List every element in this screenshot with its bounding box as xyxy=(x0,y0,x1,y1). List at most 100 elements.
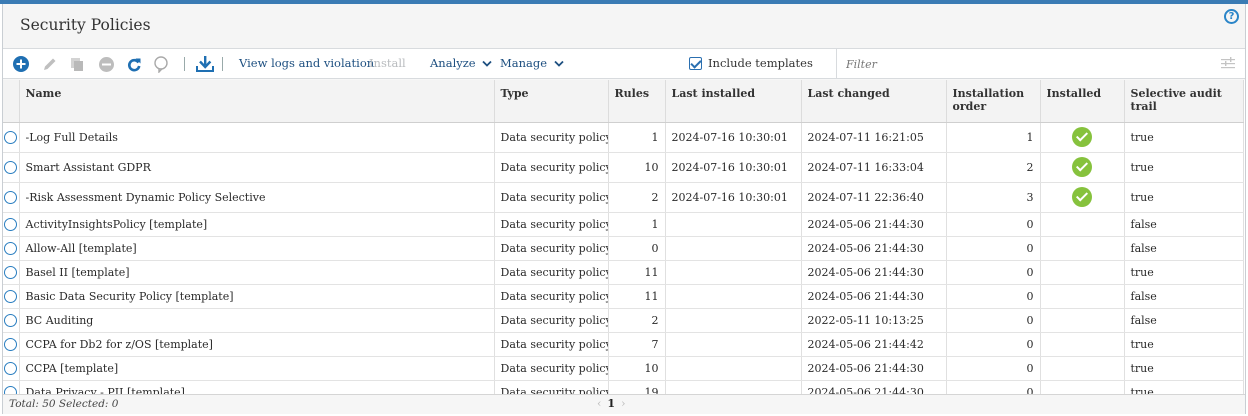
cell-installed xyxy=(1040,332,1125,357)
cell-rules: 1 xyxy=(608,212,666,237)
row-select-cell xyxy=(3,182,20,213)
cell-installation-order: 0 xyxy=(946,212,1041,237)
cell-rules: 10 xyxy=(608,356,666,381)
header-row: Name Type Rules Last installed Last chan… xyxy=(3,80,1244,123)
add-icon[interactable] xyxy=(11,54,31,74)
cell-last-installed xyxy=(665,212,802,237)
row-radio[interactable] xyxy=(4,385,18,394)
column-header-installed[interactable]: Installed xyxy=(1040,80,1125,123)
cell-selective-audit-trail: false xyxy=(1124,284,1244,309)
analyze-label: Analyze xyxy=(430,56,476,70)
copy-icon[interactable] xyxy=(67,54,87,74)
row-radio[interactable] xyxy=(4,130,18,144)
filter-input[interactable] xyxy=(846,54,1206,74)
cell-name: Basic Data Security Policy [template] xyxy=(19,284,495,309)
cell-last-installed xyxy=(665,260,802,285)
table-row[interactable]: -Risk Assessment Dynamic Policy Selectiv… xyxy=(3,182,1244,213)
cell-name: Smart Assistant GDPR xyxy=(19,152,495,183)
cell-rules: 1 xyxy=(608,122,666,153)
cell-installed xyxy=(1040,284,1125,309)
chevron-down-icon xyxy=(482,60,492,67)
cell-installation-order: 0 xyxy=(946,356,1041,381)
column-header-name[interactable]: Name xyxy=(19,80,495,123)
cell-rules: 11 xyxy=(608,260,666,285)
analyze-menu[interactable]: Analyze xyxy=(430,49,492,78)
row-radio[interactable] xyxy=(4,241,18,255)
row-radio[interactable] xyxy=(4,361,18,375)
page-title: Security Policies xyxy=(20,16,151,34)
cell-selective-audit-trail: false xyxy=(1124,308,1244,333)
table-row[interactable]: CCPA [template] Data security policy 10 202… xyxy=(3,356,1244,381)
cell-type: Data security policy xyxy=(494,332,609,357)
row-select-cell xyxy=(3,236,20,261)
cell-last-installed: 2024-07-16 10:30:01 xyxy=(665,182,802,213)
policies-grid: Name Type Rules Last installed Last chan… xyxy=(3,80,1245,394)
row-radio[interactable] xyxy=(4,313,18,327)
column-header-type[interactable]: Type xyxy=(494,80,609,123)
security-policies-panel: Security Policies ? View logs and violat… xyxy=(2,4,1246,414)
table-row[interactable]: Allow-All [template] Data security policy… xyxy=(3,236,1244,261)
cell-installation-order: 0 xyxy=(946,332,1041,357)
cell-installed xyxy=(1040,182,1125,213)
cell-name: Data Privacy - PII [template] xyxy=(19,380,495,394)
remove-icon[interactable] xyxy=(96,54,116,74)
row-select-cell xyxy=(3,122,20,153)
table-row[interactable]: ActivityInsightsPolicy [template] Data se… xyxy=(3,212,1244,237)
table-row[interactable]: BC Auditing Data security policy 2 2022-05-… xyxy=(3,308,1244,333)
refresh-icon[interactable] xyxy=(124,54,144,74)
row-radio[interactable] xyxy=(4,337,18,351)
help-circle-icon[interactable]: ? xyxy=(1224,9,1239,24)
column-header-last-changed[interactable]: Last changed xyxy=(801,80,947,123)
cell-name: Allow-All [template] xyxy=(19,236,495,261)
next-page-button[interactable]: › xyxy=(621,397,625,410)
row-radio[interactable] xyxy=(4,289,18,303)
cell-last-changed: 2024-05-06 21:44:30 xyxy=(801,260,947,285)
row-radio[interactable] xyxy=(4,265,18,279)
edit-icon[interactable] xyxy=(40,54,60,74)
filter-options-icon[interactable] xyxy=(1221,57,1235,69)
cell-installed xyxy=(1040,236,1125,261)
cell-last-installed: 2024-07-16 10:30:01 xyxy=(665,152,802,183)
manage-menu[interactable]: Manage xyxy=(500,49,564,78)
cell-installation-order: 0 xyxy=(946,284,1041,309)
table-row[interactable]: CCPA for Db2 for z/OS [template] Data sec… xyxy=(3,332,1244,357)
install-button[interactable]: Install xyxy=(369,49,406,78)
cell-rules: 19 xyxy=(608,380,666,394)
row-select-cell xyxy=(3,212,20,237)
include-templates-checkbox[interactable] xyxy=(689,57,702,70)
table-row[interactable]: -Log Full Details Data security policy 1 20… xyxy=(3,122,1244,153)
column-header-rules[interactable]: Rules xyxy=(608,80,666,123)
cell-last-changed: 2024-05-06 21:44:30 xyxy=(801,236,947,261)
download-icon[interactable] xyxy=(194,54,216,74)
column-header-selective-audit-trail[interactable]: Selective audit trail xyxy=(1124,80,1244,123)
cell-type: Data security policy xyxy=(494,380,609,394)
view-logs-link[interactable]: View logs and violation xyxy=(239,49,374,78)
cell-installation-order: 2 xyxy=(946,152,1041,183)
cell-installation-order: 0 xyxy=(946,236,1041,261)
cell-name: CCPA for Db2 for z/OS [template] xyxy=(19,332,495,357)
column-header-last-installed[interactable]: Last installed xyxy=(665,80,802,123)
cell-selective-audit-trail: true xyxy=(1124,356,1244,381)
column-header-installation-order[interactable]: Installation order xyxy=(946,80,1041,123)
row-radio[interactable] xyxy=(4,217,18,231)
row-radio[interactable] xyxy=(4,160,18,174)
cell-installation-order: 3 xyxy=(946,182,1041,213)
table-row[interactable]: Data Privacy - PII [template] Data securi… xyxy=(3,380,1244,394)
cell-rules: 11 xyxy=(608,284,666,309)
row-radio[interactable] xyxy=(4,190,18,204)
current-page[interactable]: 1 xyxy=(607,397,615,410)
table-row[interactable]: Basic Data Security Policy [template] Dat… xyxy=(3,284,1244,309)
cell-type: Data security policy xyxy=(494,122,609,153)
cell-last-changed: 2024-05-06 21:44:30 xyxy=(801,284,947,309)
cell-installation-order: 0 xyxy=(946,260,1041,285)
table-row[interactable]: Basel II [template] Data security policy 1… xyxy=(3,260,1244,285)
cell-last-installed xyxy=(665,236,802,261)
table-row[interactable]: Smart Assistant GDPR Data security policy… xyxy=(3,152,1244,183)
comment-icon[interactable] xyxy=(151,54,171,74)
cell-selective-audit-trail: true xyxy=(1124,122,1244,153)
filter-area xyxy=(836,49,1245,78)
prev-page-button[interactable]: ‹ xyxy=(597,397,601,410)
cell-name: Basel II [template] xyxy=(19,260,495,285)
cell-selective-audit-trail: true xyxy=(1124,182,1244,213)
cell-last-changed: 2024-05-06 21:44:42 xyxy=(801,332,947,357)
